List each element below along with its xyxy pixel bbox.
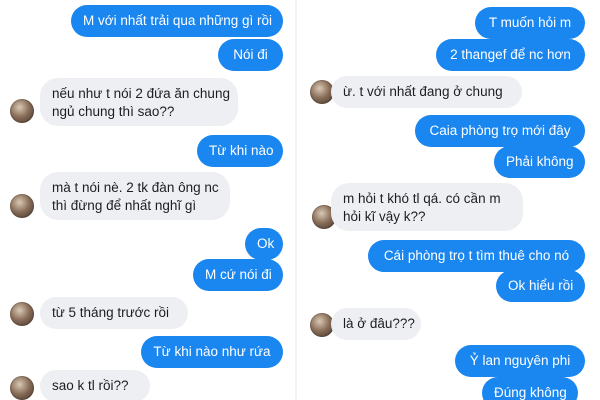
outgoing-message[interactable]: Từ khi nào như rứa [141,336,283,368]
message-text: Caia phòng trọ mới đây [429,123,571,138]
contact-avatar[interactable] [10,194,34,218]
outgoing-message[interactable]: Nói đi [218,39,283,71]
message-line: thì đừng để nhất nghĩ gì [52,198,197,213]
incoming-message[interactable]: là ở đâu??? [331,308,421,340]
outgoing-message[interactable]: Cái phòng trọ t tìm thuê cho nó [368,240,585,272]
outgoing-message[interactable]: T muốn hỏi m [475,7,585,39]
message-text: Phải không [506,154,574,169]
message-line: ngủ chung thì sao?? [52,104,175,119]
message-line: nếu như t nói 2 đứa ăn chung [52,86,230,101]
outgoing-message[interactable]: Đúng không [482,377,578,400]
message-text: ừ. t với nhất đang ở chung [343,84,503,99]
contact-avatar[interactable] [10,99,34,123]
message-text: M cứ nói đi [205,267,272,282]
message-line: hỏi kĩ vậy k?? [343,209,426,224]
outgoing-message[interactable]: Ok [245,228,283,260]
outgoing-message[interactable]: M cứ nói đi [193,259,283,291]
outgoing-message[interactable]: M với nhất trải qua những gì rồi [71,5,283,37]
message-text: từ 5 tháng trước rồi [52,305,169,320]
message-line: mà t nói nè. 2 tk đàn ông nc [52,180,219,195]
incoming-message[interactable]: từ 5 tháng trước rồi [40,297,188,329]
message-line: m hỏi t khó tl qá. có cần m [343,191,501,206]
message-text: Ok hiểu rồi [508,278,574,293]
outgoing-message[interactable]: Caia phòng trọ mới đây [415,115,585,147]
message-text: Cái phòng trọ t tìm thuê cho nó [383,248,570,263]
incoming-message[interactable]: nếu như t nói 2 đứa ăn chung ngủ chung t… [40,78,238,126]
message-text: Ỷ lan nguyên phi [469,353,571,368]
incoming-message[interactable]: ừ. t với nhất đang ở chung [331,76,522,108]
right-conversation: T muốn hỏi m 2 thangef để nc hơn ừ. t vớ… [297,0,600,400]
message-text: 2 thangef để nc hơn [450,47,571,62]
message-text: là ở đâu??? [343,316,415,331]
incoming-message[interactable]: sao k tl rồi?? [40,370,150,400]
message-text: Từ khi nào như rứa [153,344,271,359]
incoming-message[interactable]: mà t nói nè. 2 tk đàn ông nc thì đừng để… [40,172,230,220]
outgoing-message[interactable]: 2 thangef để nc hơn [436,39,585,71]
message-text: Ok [257,236,275,251]
outgoing-message[interactable]: Từ khi nào [197,135,283,167]
message-text: sao k tl rồi?? [52,378,129,393]
message-text: Đúng không [494,385,567,400]
message-text: M với nhất trải qua những gì rồi [83,13,272,28]
outgoing-message[interactable]: Phải không [494,146,585,178]
message-text: T muốn hỏi m [488,15,572,30]
message-text: Từ khi nào [209,143,274,158]
message-text: Nói đi [233,47,268,62]
outgoing-message[interactable]: Ỷ lan nguyên phi [455,345,585,377]
contact-avatar[interactable] [10,302,34,326]
outgoing-message[interactable]: Ok hiểu rồi [496,270,585,302]
incoming-message[interactable]: m hỏi t khó tl qá. có cần m hỏi kĩ vậy k… [331,183,523,231]
contact-avatar[interactable] [10,376,34,400]
left-conversation: M với nhất trải qua những gì rồi Nói đi … [0,0,295,400]
